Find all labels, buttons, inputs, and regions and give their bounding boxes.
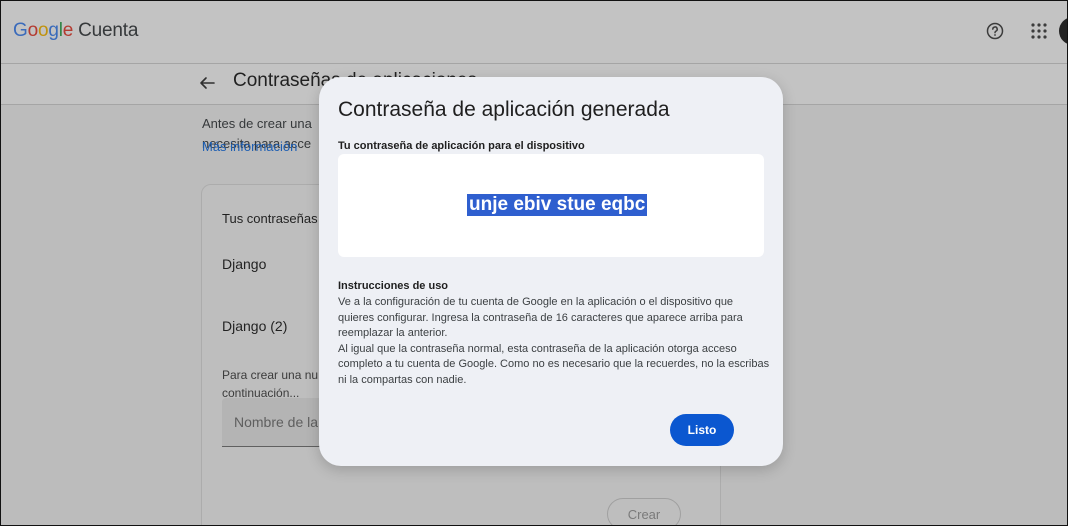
dialog-title: Contraseña de aplicación generada [338, 98, 670, 121]
password-box: unje ebiv stue eqbc [338, 154, 764, 257]
dialog-subtitle: Tu contraseña de aplicación para el disp… [338, 140, 585, 152]
generated-password-dialog: Contraseña de aplicación generada Tu con… [319, 77, 783, 466]
app-window: GoogleCuenta Contraseñas de aplicaciones… [0, 0, 1068, 526]
instructions-paragraph: Al igual que la contraseña normal, esta … [338, 342, 770, 386]
generated-password[interactable]: unje ebiv stue eqbc [467, 194, 648, 216]
instructions-paragraph: Ve a la configuración de tu cuenta de Go… [338, 296, 743, 339]
instructions-title: Instrucciones de uso [338, 280, 449, 292]
instructions-text: Ve a la configuración de tu cuenta de Go… [338, 295, 770, 388]
done-button[interactable]: Listo [670, 414, 734, 446]
